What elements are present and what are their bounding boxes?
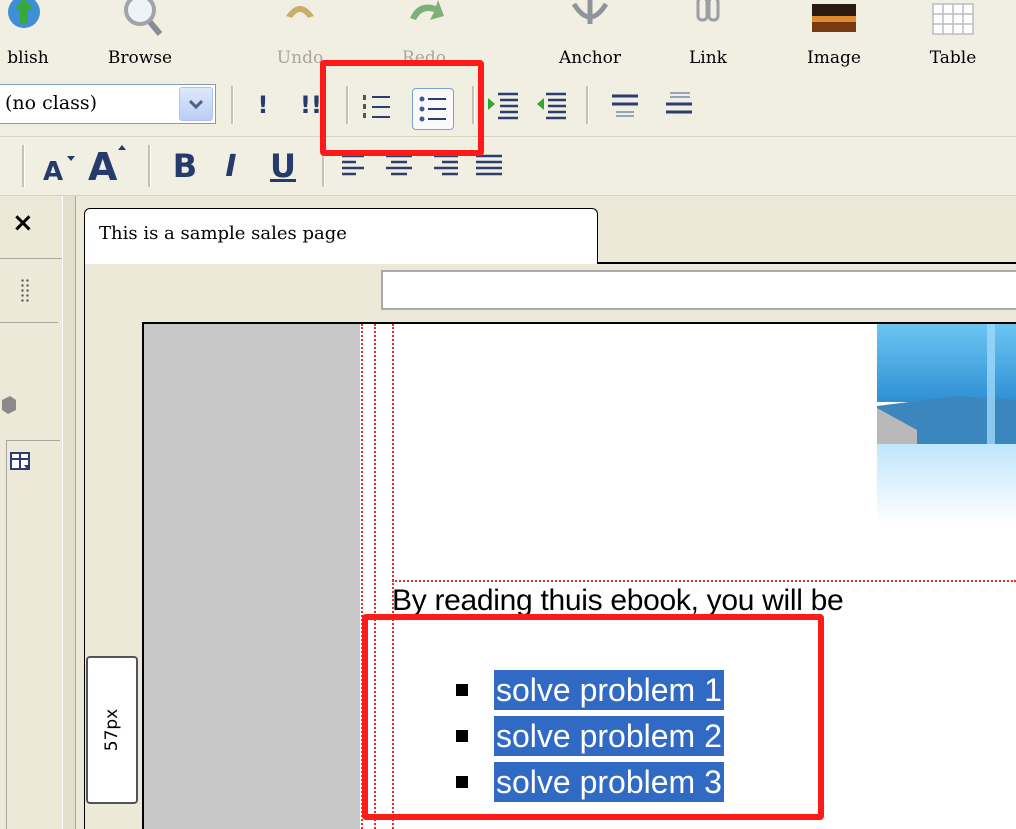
list-item[interactable]: solve problem 3 xyxy=(456,760,724,804)
align-justify-icon xyxy=(476,154,502,176)
very-important-label: !! xyxy=(300,91,322,119)
underline-label: U xyxy=(270,147,296,185)
important-button[interactable]: ! xyxy=(242,84,284,126)
class-select[interactable]: (no class) xyxy=(0,84,216,124)
horizontal-rule-button[interactable] xyxy=(604,84,646,126)
bullet-icon xyxy=(456,684,468,696)
italic-label: I xyxy=(225,148,237,184)
link-icon xyxy=(680,0,736,46)
paragraph-spacing-button[interactable] xyxy=(658,84,700,126)
bold-button[interactable]: B xyxy=(164,145,206,187)
left-column-block xyxy=(144,324,360,829)
cube-icon[interactable] xyxy=(2,396,16,414)
guide-line xyxy=(392,580,1016,582)
bullet-icon xyxy=(456,730,468,742)
align-center-button[interactable] xyxy=(378,145,420,187)
list-item[interactable]: solve problem 2 xyxy=(456,714,724,758)
redo-icon xyxy=(396,0,452,46)
align-left-icon xyxy=(342,154,364,176)
list-item[interactable]: solve problem 1 xyxy=(456,668,724,712)
width-indicator-label: 57px xyxy=(102,708,122,752)
redo-button[interactable]: Redo xyxy=(394,0,454,78)
list-item-text: solve problem 3 xyxy=(494,762,724,802)
toolbar-separator xyxy=(231,86,234,124)
toolbar-separator xyxy=(148,145,151,187)
format-toolbar: (no class) ! !! xyxy=(0,78,1016,137)
browse-button[interactable]: Browse xyxy=(108,0,172,78)
increase-font-size-icon: A xyxy=(88,145,126,186)
svg-text:A: A xyxy=(88,145,118,186)
image-button[interactable]: Image xyxy=(800,0,868,78)
style-toolbar: A A B I U xyxy=(0,137,1016,196)
anchor-button[interactable]: Anchor xyxy=(548,0,632,78)
guide-line xyxy=(361,324,363,829)
link-button[interactable]: Link xyxy=(680,0,736,78)
publish-icon xyxy=(0,0,56,46)
align-right-icon xyxy=(434,154,458,176)
toolbar-separator xyxy=(322,145,325,187)
side-panel-divider xyxy=(0,322,58,323)
justify-button[interactable] xyxy=(468,145,510,187)
italic-button[interactable]: I xyxy=(210,145,252,187)
tab-title: This is a sample sales page xyxy=(99,223,347,244)
align-right-button[interactable] xyxy=(424,145,466,187)
indent-button[interactable] xyxy=(482,84,524,126)
anchor-icon xyxy=(562,0,618,46)
outdent-icon xyxy=(537,92,566,120)
ordered-list-button[interactable] xyxy=(356,86,398,128)
align-center-icon xyxy=(386,154,412,176)
magnifier-icon xyxy=(112,0,168,46)
align-left-button[interactable] xyxy=(334,145,376,187)
bulleted-list-icon xyxy=(419,96,446,122)
width-indicator: 57px xyxy=(86,656,138,804)
class-select-value: (no class) xyxy=(5,92,98,114)
svg-text:A: A xyxy=(43,157,63,186)
side-panel: × xyxy=(0,196,62,829)
main-toolbar: blish Browse Undo Redo Anchor Link Image… xyxy=(0,0,1016,79)
close-icon[interactable]: × xyxy=(12,208,34,238)
publish-button[interactable]: blish xyxy=(0,0,58,78)
toolbar-separator xyxy=(586,86,589,124)
table-button[interactable]: Table xyxy=(918,0,988,78)
table-icon xyxy=(925,0,981,46)
guide-line xyxy=(374,324,376,829)
panel-splitter[interactable] xyxy=(62,196,76,829)
grip-handle-icon[interactable] xyxy=(20,278,30,302)
chevron-down-icon[interactable] xyxy=(179,87,213,121)
important-label: ! xyxy=(257,91,269,119)
paragraph-spacing-icon xyxy=(666,92,692,114)
toolbar-separator xyxy=(472,86,475,124)
list-item-text: solve problem 1 xyxy=(494,670,724,710)
side-panel-content xyxy=(6,440,60,829)
outdent-button[interactable] xyxy=(530,84,572,126)
unordered-list-button[interactable] xyxy=(412,88,454,130)
indent-icon xyxy=(488,92,518,120)
toolbar-separator xyxy=(22,145,25,187)
decrease-font-button[interactable]: A xyxy=(38,145,80,187)
increase-font-button[interactable]: A xyxy=(86,141,128,186)
very-important-button[interactable]: !! xyxy=(290,84,332,126)
horizontal-rule-icon xyxy=(612,94,638,117)
address-field[interactable] xyxy=(381,270,1016,310)
undo-icon xyxy=(272,0,328,46)
undo-button[interactable]: Undo xyxy=(270,0,330,78)
underline-button[interactable]: U xyxy=(262,145,304,187)
tab-document[interactable]: This is a sample sales page xyxy=(84,208,598,264)
guide-line xyxy=(392,324,394,829)
decrease-font-size-icon: A xyxy=(43,156,75,186)
toolbar-separator xyxy=(346,86,349,124)
image-icon xyxy=(806,0,862,46)
bullet-icon xyxy=(456,776,468,788)
header-image[interactable] xyxy=(877,324,1016,524)
list-item-text: solve problem 2 xyxy=(494,716,724,756)
numbered-list-icon xyxy=(363,95,390,118)
bold-label: B xyxy=(172,147,198,185)
body-paragraph[interactable]: By reading thuis ebook, you will be xyxy=(392,584,844,618)
side-panel-header: × xyxy=(0,196,62,259)
